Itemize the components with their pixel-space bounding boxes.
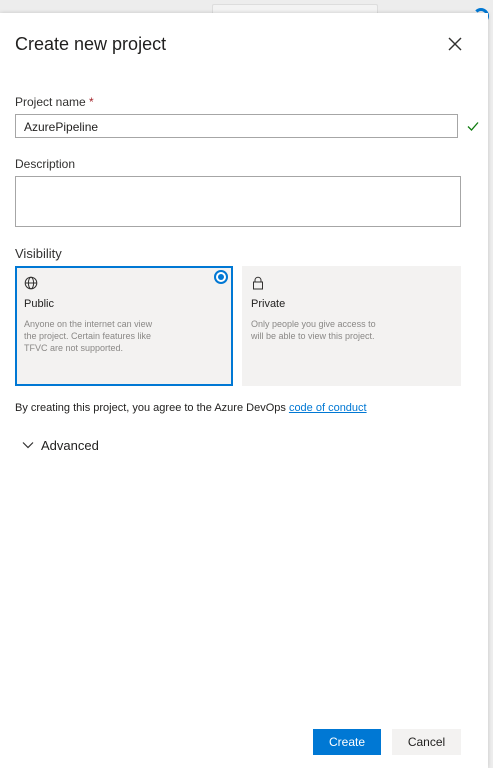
private-option-title: Private (251, 298, 286, 310)
public-option-title: Public (24, 298, 54, 310)
project-name-label: Project name * (15, 95, 94, 109)
create-project-panel: Create new project Project name * AzureP… (0, 13, 488, 768)
project-name-label-text: Project name (15, 95, 86, 109)
visibility-option-private[interactable]: Private Only people you give access to w… (242, 266, 461, 386)
description-label: Description (15, 157, 76, 171)
project-name-input[interactable]: AzurePipeline (15, 114, 458, 138)
agreement-text: By creating this project, you agree to t… (15, 402, 367, 414)
cancel-button[interactable]: Cancel (392, 729, 461, 755)
visibility-option-public[interactable]: Public Anyone on the internet can view t… (15, 266, 233, 386)
close-icon (448, 37, 462, 51)
dialog-title: Create new project (15, 34, 167, 54)
visibility-label: Visibility (15, 246, 62, 261)
advanced-label: Advanced (41, 437, 99, 453)
agreement-text-body: By creating this project, you agree to t… (15, 402, 286, 414)
valid-check-icon (467, 122, 479, 131)
selected-radio-icon (214, 270, 228, 284)
lock-icon (253, 276, 263, 290)
close-button[interactable] (444, 33, 466, 55)
globe-icon (24, 276, 38, 290)
code-of-conduct-link[interactable]: code of conduct (289, 402, 367, 414)
public-option-description: Anyone on the internet can view the proj… (24, 319, 153, 353)
page: Create new project Project name * AzureP… (0, 0, 493, 768)
description-textarea[interactable] (15, 176, 461, 227)
advanced-toggle[interactable]: Advanced (22, 436, 99, 454)
create-button[interactable]: Create (313, 729, 381, 755)
chevron-down-icon (22, 442, 34, 449)
private-option-description: Only people you give access to will be a… (251, 319, 376, 341)
required-marker: * (89, 95, 94, 109)
background-tab (212, 4, 378, 13)
